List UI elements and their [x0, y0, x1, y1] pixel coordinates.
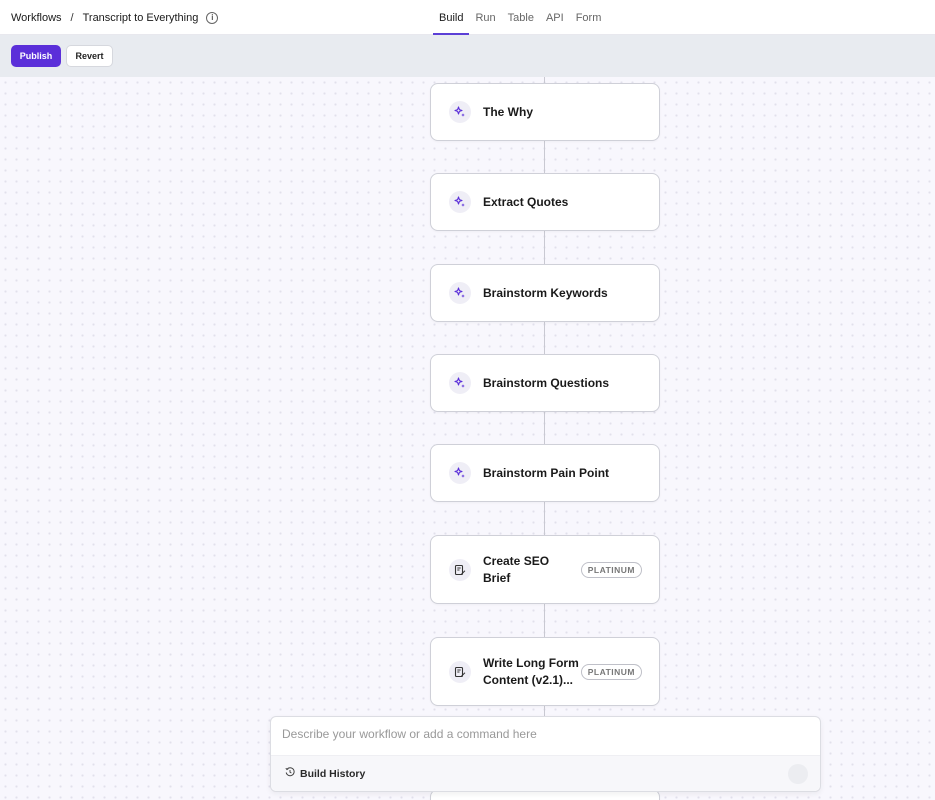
command-box: Build History — [270, 716, 821, 792]
connector-line — [544, 412, 545, 445]
sparkle-icon — [449, 462, 471, 484]
document-edit-icon — [449, 660, 471, 683]
sparkle-icon — [449, 101, 471, 123]
node-label: Extract Quotes — [483, 194, 569, 209]
workflow-node-brainstorm-pain-point[interactable]: Brainstorm Pain Point — [430, 444, 660, 502]
connector-line — [544, 322, 545, 355]
sparkle-icon — [449, 191, 471, 213]
tab-api[interactable]: API — [540, 0, 570, 35]
top-bar: Workflows / Transcript to Everything i B… — [0, 0, 935, 35]
sparkle-icon — [449, 282, 471, 304]
connector-line — [544, 502, 545, 536]
workflow-node-create-seo-brief[interactable]: Create SEO Brief PLATINUM — [430, 535, 660, 604]
node-label: Brainstorm Pain Point — [483, 465, 610, 480]
info-icon[interactable]: i — [206, 11, 219, 24]
tab-run[interactable]: Run — [469, 0, 501, 35]
node-label: Brainstorm Questions — [483, 375, 610, 390]
platinum-badge: PLATINUM — [580, 561, 642, 578]
workflow-node-brainstorm-questions[interactable]: Brainstorm Questions — [430, 354, 660, 412]
workflow-node-the-why[interactable]: The Why — [430, 83, 660, 141]
breadcrumb-separator: / — [70, 11, 74, 24]
workflow-canvas[interactable]: The Why Extract Quotes Brainstorm Keywor… — [0, 77, 935, 800]
workflow-node-extract-quotes[interactable]: Extract Quotes — [430, 173, 660, 231]
sparkle-icon — [449, 372, 471, 394]
revert-button[interactable]: Revert — [66, 45, 113, 67]
node-label-line: Content (v2.1)... — [483, 672, 574, 687]
breadcrumb: Workflows / Transcript to Everything i — [11, 0, 219, 35]
breadcrumb-current[interactable]: Transcript to Everything — [83, 12, 199, 24]
breadcrumb-workflows-link[interactable]: Workflows — [11, 12, 62, 24]
history-icon — [285, 767, 295, 780]
workflow-node-brainstorm-keywords[interactable]: Brainstorm Keywords — [430, 264, 660, 322]
tab-bar: Build Run Table API Form — [433, 0, 607, 35]
node-label: Write Long Form Content (v2.1)... — [483, 655, 579, 689]
connector-line — [544, 141, 545, 174]
connector-line — [544, 231, 545, 264]
node-label: The Why — [483, 104, 533, 119]
tab-table[interactable]: Table — [502, 0, 540, 35]
tab-form[interactable]: Form — [570, 0, 608, 35]
build-history-label: Build History — [300, 767, 366, 780]
command-footer: Build History — [271, 755, 820, 791]
node-label: Brainstorm Keywords — [483, 285, 608, 300]
send-button[interactable] — [788, 764, 808, 784]
publish-button[interactable]: Publish — [11, 45, 61, 67]
command-input[interactable] — [282, 725, 802, 743]
connector-line — [544, 604, 545, 637]
platinum-badge: PLATINUM — [580, 663, 642, 680]
toolbar: Publish Revert — [0, 35, 935, 77]
workflow-node-write-long-form-content[interactable]: Write Long Form Content (v2.1)... PLATIN… — [430, 637, 660, 706]
build-history-button[interactable]: Build History — [285, 767, 365, 780]
document-edit-icon — [449, 558, 471, 581]
node-label: Create SEO Brief — [483, 553, 549, 587]
node-label-line: Brief — [483, 570, 511, 585]
node-label-line: Write Long Form — [483, 655, 579, 670]
tab-build[interactable]: Build — [433, 0, 470, 35]
node-label-line: Create SEO — [483, 553, 550, 568]
